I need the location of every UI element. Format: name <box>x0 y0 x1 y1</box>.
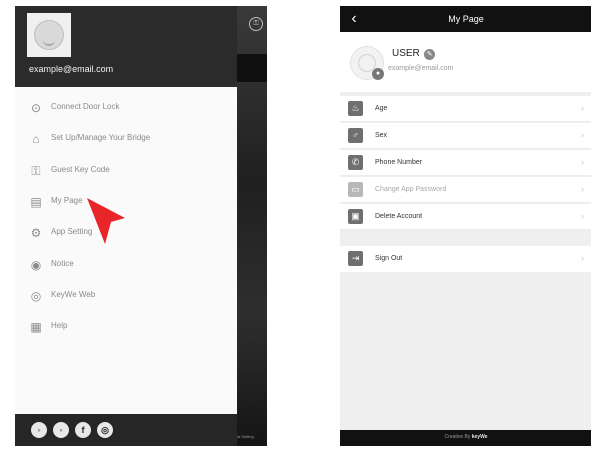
pointer-arrow-icon <box>87 198 125 244</box>
right-phone-screen: ‹ My Page ● USER ✎ example@email.com ♨ Ag… <box>340 6 591 446</box>
facebook-icon[interactable]: f <box>75 422 91 438</box>
menu-item[interactable]: ⌂ Set Up/Manage Your Bridge <box>15 127 237 151</box>
guest-key-icon: ⚿ <box>31 163 41 178</box>
menu-item-label: KeyWe Web <box>51 289 96 299</box>
avatar-face-icon <box>34 20 64 50</box>
chat-icon[interactable]: ◦ <box>31 422 47 438</box>
background-key-icon: ⚿ <box>249 17 263 31</box>
menu-item-label: Notice <box>51 258 74 268</box>
menu-item[interactable]: ◎ KeyWe Web <box>15 284 237 308</box>
chevron-right-icon: › <box>581 103 584 113</box>
drawer-header: example@email.com <box>15 6 237 87</box>
drawer-footer: ◦ ◦ f ◎ <box>15 414 237 446</box>
avatar[interactable] <box>27 13 71 57</box>
page-title: My Page <box>448 14 484 24</box>
edit-name-icon[interactable]: ✎ <box>424 49 435 60</box>
notice-icon: ◉ <box>30 257 42 272</box>
settings-row[interactable]: ♨ Age › <box>340 96 591 122</box>
footer-brand: keyWe <box>471 434 488 440</box>
user-email: example@email.com <box>388 65 454 72</box>
header-bar: ‹ My Page <box>340 6 591 32</box>
camera-icon[interactable]: ● <box>372 68 384 80</box>
menu-item[interactable]: ⊙ Connect Door Lock <box>15 96 237 120</box>
footer-prefix: Creative By <box>444 434 471 440</box>
age-icon: ♨ <box>348 101 363 116</box>
instagram-icon[interactable]: ◎ <box>97 422 113 438</box>
chevron-right-icon: › <box>581 253 584 263</box>
menu-item[interactable]: ◉ Notice <box>15 253 237 277</box>
menu-item[interactable]: ▦ Help <box>15 315 237 339</box>
lock-icon: ⊙ <box>30 101 42 115</box>
menu-item[interactable]: ⚿ Guest Key Code <box>15 159 237 183</box>
settings-row-label: Change App Password <box>375 186 447 193</box>
settings-row-label: Sex <box>375 132 388 139</box>
phone-icon: ✆ <box>348 155 363 170</box>
my-page-icon: ▤ <box>30 194 42 209</box>
chevron-right-icon: › <box>581 211 584 221</box>
menu-item-label: Set Up/Manage Your Bridge <box>51 133 151 143</box>
settings-row-label: Phone Number <box>375 159 423 166</box>
settings-row-label: Age <box>375 105 388 112</box>
settings-row[interactable]: ▣ Delete Account › <box>340 204 591 230</box>
background-tab-label: ia Setting <box>237 434 254 439</box>
navigation-drawer: example@email.com ⊙ Connect Door Lock ⌂ Set… <box>15 6 237 446</box>
password-icon: ▭ <box>348 182 363 197</box>
message-icon[interactable]: ◦ <box>53 422 69 438</box>
footer-bar: Creative By keyWe <box>340 430 591 446</box>
menu-item-label: Help <box>51 321 68 331</box>
menu-item-label: Connect Door Lock <box>51 102 120 111</box>
help-icon: ▦ <box>30 320 42 335</box>
menu-item-label: My Page <box>51 195 83 205</box>
chevron-right-icon: › <box>581 157 584 167</box>
drawer-email: example@email.com <box>29 64 114 74</box>
chevron-right-icon: › <box>581 130 584 140</box>
sex-icon: ♂ <box>348 128 363 143</box>
delete-account-icon: ▣ <box>348 209 363 224</box>
user-name: USER <box>392 48 420 59</box>
settings-row[interactable]: ▭ Change App Password › <box>340 177 591 203</box>
settings-row[interactable]: ♂ Sex › <box>340 123 591 149</box>
settings-row[interactable]: ✆ Phone Number › <box>340 150 591 176</box>
chevron-right-icon: › <box>581 184 584 194</box>
footer-credit: Creative By keyWe <box>340 434 591 440</box>
profile-section: ● USER ✎ example@email.com <box>340 32 591 92</box>
sign-out-button[interactable]: ⇥ Sign Out › <box>340 246 591 272</box>
menu-item-label: Guest Key Code <box>51 164 110 174</box>
gear-icon: ⚙ <box>30 226 42 241</box>
background-page <box>237 6 267 446</box>
sign-out-label: Sign Out <box>375 255 403 262</box>
bridge-icon: ⌂ <box>32 132 40 147</box>
web-icon: ◎ <box>30 288 42 303</box>
settings-row-label: Delete Account <box>375 213 423 220</box>
left-phone-screen: ⚿ ia Setting example@email.com ⊙ Connect … <box>15 6 267 446</box>
sign-out-icon: ⇥ <box>348 251 363 266</box>
